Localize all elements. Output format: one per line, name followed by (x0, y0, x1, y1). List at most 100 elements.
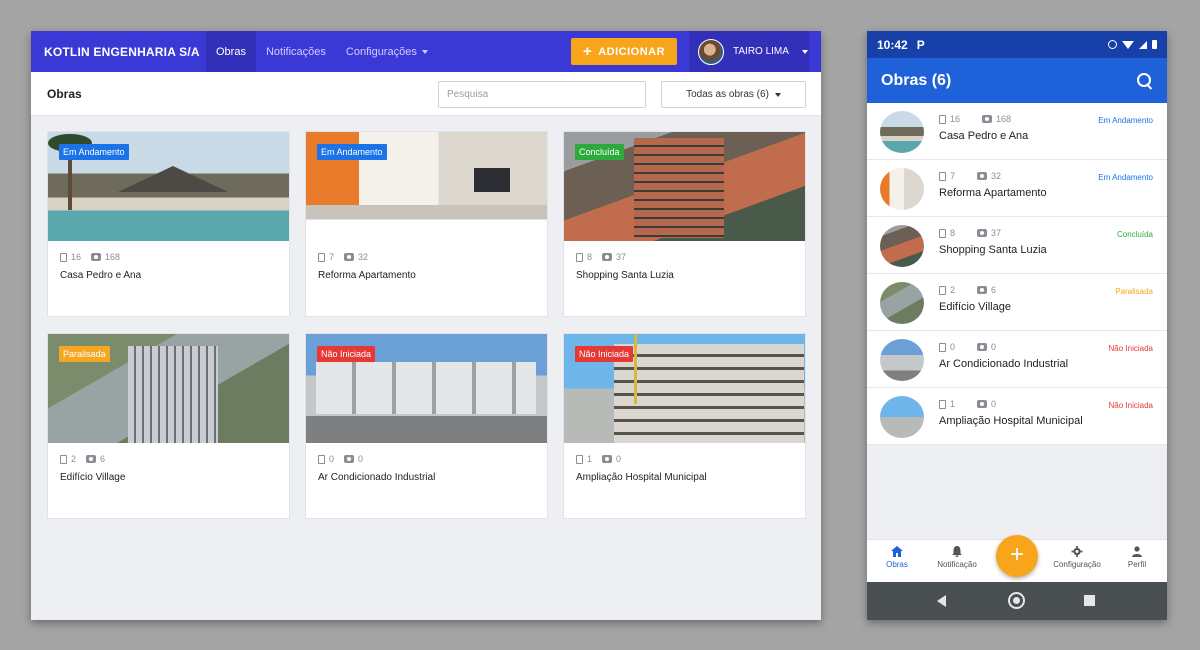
project-card[interactable]: Em Andamento 16 168 Casa Pedro e Ana (47, 131, 290, 317)
bottom-nav-notificacao[interactable]: Notificação (927, 546, 987, 569)
photo-count: 32 (358, 252, 369, 262)
add-button-label: ADICIONAR (598, 45, 666, 58)
project-meta: 8 37 (939, 228, 1001, 238)
doc-count: 8 (587, 252, 593, 262)
list-item[interactable]: 00 Ar Condicionado Industrial Não Inicia… (867, 331, 1167, 388)
photo-count: 37 (991, 228, 1002, 238)
photo-count: 6 (991, 285, 997, 295)
status-label: Em Andamento (1098, 116, 1153, 125)
wifi-icon (1122, 40, 1134, 49)
doc-count: 8 (950, 228, 956, 238)
project-name: Edifício Village (60, 472, 126, 483)
document-icon (318, 454, 325, 464)
brand-name[interactable]: KOTLIN ENGENHARIA S/A (31, 45, 206, 59)
project-photo: Não Iniciada (564, 334, 805, 443)
project-name: Shopping Santa Luzia (939, 244, 1047, 256)
toolbar: Obras Todas as obras (6) (31, 72, 821, 116)
status-badge: Em Andamento (317, 144, 387, 160)
project-meta: 8 37 (576, 252, 805, 262)
system-nav-bar (867, 582, 1167, 620)
status-label: Concluída (1116, 230, 1153, 239)
photo-count: 168 (105, 252, 121, 262)
home-circle-icon[interactable] (1008, 592, 1025, 609)
bottom-nav-obras[interactable]: Obras (867, 546, 927, 569)
camera-icon (344, 455, 355, 463)
document-icon (939, 399, 946, 409)
status-badge: Em Andamento (59, 144, 129, 160)
photo-count: 37 (616, 252, 627, 262)
add-button[interactable]: + ADICIONAR (571, 38, 677, 65)
camera-icon (982, 115, 993, 123)
bottom-nav-label: Notificação (937, 560, 977, 569)
status-badge: Paralisada (59, 346, 110, 362)
nav-notificacoes-label: Notificações (265, 45, 326, 58)
list-item[interactable]: 8 37 Shopping Santa Luzia Concluída (867, 217, 1167, 274)
project-meta: 7 32 (318, 252, 547, 262)
bottom-nav-configuracao[interactable]: Configuração (1047, 546, 1107, 569)
list-item[interactable]: 7 32 Reforma Apartamento Em Andamento (867, 160, 1167, 217)
project-photo: Paralisada (48, 334, 289, 443)
document-icon (318, 252, 325, 262)
project-meta: 16 168 (60, 252, 289, 262)
document-icon (939, 342, 946, 352)
project-card[interactable]: Em Andamento 7 32 Reforma Apartamento (305, 131, 548, 317)
project-name: Ampliação Hospital Municipal (939, 415, 1083, 427)
project-photo: Em Andamento (48, 132, 289, 241)
doc-count: 16 (950, 114, 961, 124)
signal-icon (1139, 40, 1147, 49)
search-icon[interactable] (1137, 72, 1153, 89)
project-card[interactable]: Paralisada 26 Edifício Village (47, 333, 290, 519)
photo-count: 0 (991, 399, 997, 409)
notification-icon: P (916, 37, 925, 52)
nav-obras-label: Obras (216, 45, 246, 58)
user-menu[interactable]: TAIRO LIMA (689, 31, 809, 72)
project-card[interactable]: Não Iniciada 00 Ar Condicionado Industri… (305, 333, 548, 519)
search-input[interactable] (438, 81, 646, 108)
top-navbar: KOTLIN ENGENHARIA S/A Obras Notificações… (31, 31, 821, 72)
document-icon (939, 114, 946, 124)
user-name: TAIRO LIMA (733, 46, 789, 57)
nav-notificacoes[interactable]: Notificações (256, 31, 336, 72)
project-photo: Em Andamento (306, 132, 547, 241)
status-label: Em Andamento (1098, 173, 1153, 182)
project-thumbnail (880, 225, 924, 267)
page-title: Obras (6) (881, 71, 952, 89)
photo-count: 168 (996, 114, 1012, 124)
camera-icon (977, 286, 988, 294)
camera-icon (977, 400, 988, 408)
project-meta: 26 (939, 285, 996, 295)
nav-obras[interactable]: Obras (206, 31, 256, 72)
plus-icon: + (1009, 541, 1024, 568)
bottom-nav-label: Obras (886, 560, 908, 569)
status-bar: 10:42 P (867, 31, 1167, 58)
doc-count: 7 (329, 252, 335, 262)
camera-icon (977, 172, 988, 180)
project-card[interactable]: Concluída 8 37 Shopping Santa Luzia (563, 131, 806, 317)
desktop-window: KOTLIN ENGENHARIA S/A Obras Notificações… (31, 31, 821, 620)
back-icon[interactable] (937, 595, 946, 607)
project-photo: Concluída (564, 132, 805, 241)
recent-apps-icon[interactable] (1084, 595, 1095, 606)
photo-count: 0 (616, 454, 622, 464)
camera-icon (602, 253, 613, 261)
list-item[interactable]: 26 Edifício Village Paralisada (867, 274, 1167, 331)
photo-count: 0 (991, 342, 997, 352)
list-item[interactable]: 10 Ampliação Hospital Municipal Não Inic… (867, 388, 1167, 445)
nav-configuracoes[interactable]: Configurações (336, 31, 438, 72)
chevron-down-icon (421, 49, 428, 54)
project-thumbnail (880, 396, 924, 438)
project-card[interactable]: Não Iniciada 10 Ampliação Hospital Munic… (563, 333, 806, 519)
doc-count: 0 (950, 342, 956, 352)
document-icon (576, 252, 583, 262)
bottom-nav-perfil[interactable]: Perfil (1107, 546, 1167, 569)
project-name: Ar Condicionado Industrial (318, 472, 436, 483)
project-meta: 00 (939, 342, 996, 352)
filter-dropdown[interactable]: Todas as obras (6) (661, 81, 806, 108)
add-fab-button[interactable]: + (996, 535, 1038, 577)
project-thumbnail (880, 339, 924, 381)
camera-icon (86, 455, 97, 463)
photo-count: 32 (991, 171, 1002, 181)
page-title: Obras (47, 87, 82, 101)
list-item[interactable]: 16 168 Casa Pedro e Ana Em Andamento (867, 103, 1167, 160)
project-meta: 7 32 (939, 171, 1001, 181)
